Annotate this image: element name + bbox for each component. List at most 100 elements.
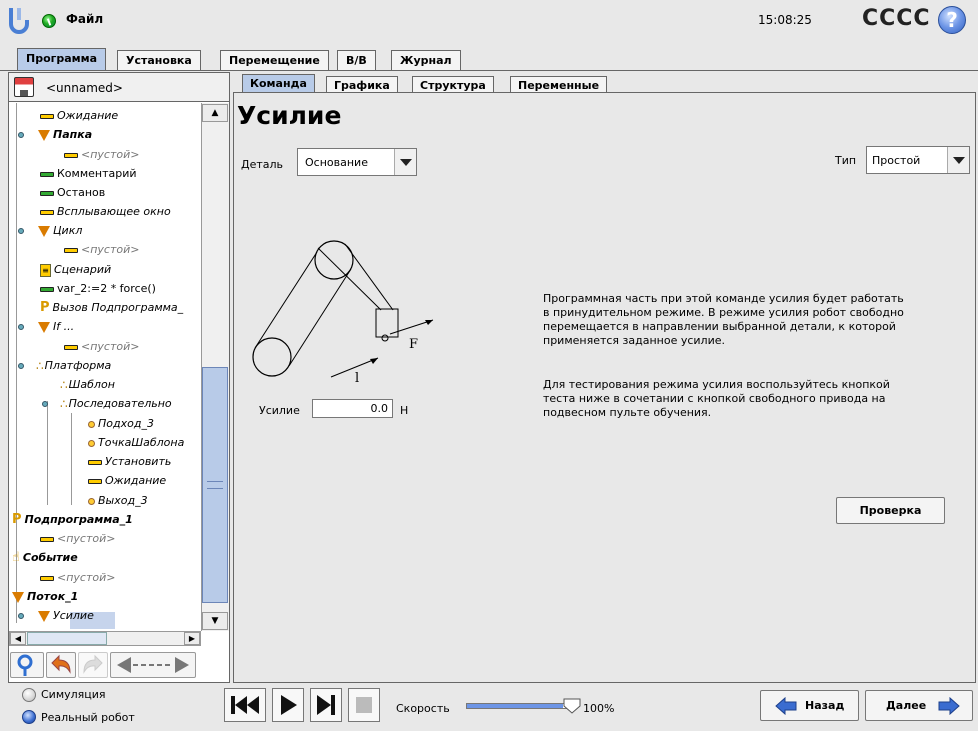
next-button[interactable]: Далее <box>865 690 973 721</box>
clock: 15:08:25 <box>758 13 812 27</box>
tree-item[interactable]: Подход_3 <box>88 415 154 433</box>
stop-button[interactable] <box>348 688 380 722</box>
tree-item[interactable]: <пустой> <box>64 338 139 356</box>
script-icon: ≡ <box>40 263 51 277</box>
tree-item[interactable]: <пустой> <box>64 241 139 259</box>
tab-program[interactable]: Программа <box>17 48 107 71</box>
scroll-left-icon[interactable]: ◀ <box>10 632 26 645</box>
description-text: Для тестирования режима усилия воспользу… <box>543 378 890 419</box>
speed-slider-fill <box>467 704 563 708</box>
undo-icon <box>51 654 71 674</box>
scroll-down-icon[interactable]: ▼ <box>202 612 228 630</box>
speed-label: Скорость <box>396 702 450 715</box>
tree-item[interactable]: ☝ Событие <box>12 549 78 567</box>
tree-item[interactable]: Поток_1 <box>12 588 78 606</box>
diagram-force-letter: F <box>409 337 418 352</box>
tree-item[interactable]: P Вызов Подпрограмма_ <box>40 299 183 317</box>
dash-green-icon <box>40 190 54 196</box>
tree-item[interactable]: Ожидание <box>40 107 118 125</box>
expand-dot-icon <box>18 613 24 619</box>
tree-item[interactable]: Установить <box>88 453 171 471</box>
diagram-base-circle <box>252 337 292 377</box>
next-label: Далее <box>886 699 927 712</box>
dash-yellow-icon <box>40 209 54 215</box>
play-button[interactable] <box>272 688 304 722</box>
pallet-icon: ∴ <box>36 359 44 373</box>
dash-yellow-icon <box>40 113 54 119</box>
dash-yellow-icon <box>88 478 102 484</box>
tree-connector <box>71 413 72 505</box>
tree-item-selected[interactable]: Усилие <box>18 607 94 625</box>
tree-item[interactable]: ∴ Шаблон <box>60 376 115 394</box>
scroll-right-icon[interactable]: ▶ <box>184 632 200 645</box>
dash-green-icon <box>40 286 54 292</box>
speed-slider-thumb[interactable] <box>563 698 581 714</box>
tree-item[interactable]: If ... <box>18 318 74 336</box>
dash-yellow-icon <box>64 152 78 158</box>
tree-item[interactable]: <пустой> <box>40 530 115 548</box>
redo-icon <box>83 654 103 674</box>
ur-logo-icon[interactable] <box>8 6 34 36</box>
move-arrows-icon <box>117 657 189 673</box>
pattern-icon: ∴ <box>60 378 68 392</box>
tree-item[interactable]: Цикл <box>18 222 82 240</box>
back-label: Назад <box>805 699 845 712</box>
help-icon[interactable]: ? <box>938 6 966 34</box>
horizontal-scroll-thumb[interactable] <box>27 632 107 645</box>
dash-yellow-icon <box>64 344 78 350</box>
tree-item[interactable]: Выход_3 <box>88 492 148 510</box>
top-bar <box>0 0 978 42</box>
tree-item[interactable]: ≡ Сценарий <box>40 261 111 279</box>
chevron-down-icon[interactable] <box>947 147 969 173</box>
tree-item[interactable]: ∴ Платформа <box>18 357 111 375</box>
expand-dot-icon <box>18 363 24 369</box>
step-button[interactable] <box>310 688 342 722</box>
back-button[interactable]: Назад <box>760 690 859 721</box>
tree-item[interactable]: <пустой> <box>40 569 115 587</box>
tree-item[interactable]: Всплывающее окно <box>40 203 171 221</box>
dash-green-icon <box>40 171 54 177</box>
tree-item[interactable]: <пустой> <box>64 146 139 164</box>
robot-status-icon[interactable] <box>42 14 56 28</box>
tree-item[interactable]: Комментарий <box>40 165 137 183</box>
thread-triangle-icon <box>12 591 24 603</box>
dash-yellow-icon <box>40 575 54 581</box>
simulation-label: Симуляция <box>41 688 106 701</box>
save-icon[interactable] <box>14 77 34 97</box>
tree-item[interactable]: ТочкаШаблона <box>88 434 184 452</box>
redo-button[interactable] <box>78 652 108 678</box>
subprogram-icon: P <box>12 512 22 527</box>
chevron-down-icon[interactable] <box>394 149 416 175</box>
move-node-button[interactable] <box>110 652 196 678</box>
expand-dot-icon <box>18 132 24 138</box>
tab-move[interactable]: Перемещение <box>220 50 329 71</box>
undo-button[interactable] <box>46 652 76 678</box>
subprogram-call-icon: P <box>40 300 50 315</box>
tree-item[interactable]: Останов <box>40 184 105 202</box>
scroll-up-icon[interactable]: ▲ <box>202 104 228 122</box>
search-icon <box>17 654 33 676</box>
tree-item[interactable]: Ожидание <box>88 472 166 490</box>
search-button[interactable] <box>10 652 44 678</box>
tree-item[interactable]: var_2:=2 * force() <box>40 280 156 298</box>
tab-log[interactable]: Журнал <box>391 50 461 71</box>
file-menu[interactable]: Файл <box>66 12 103 26</box>
tabs-divider <box>0 70 978 71</box>
diagram-link <box>254 251 318 349</box>
folder-triangle-icon <box>38 129 50 141</box>
test-button[interactable]: Проверка <box>836 497 945 524</box>
rewind-button[interactable] <box>224 688 266 722</box>
dash-yellow-icon <box>64 247 78 253</box>
step-icon <box>317 695 335 715</box>
tab-installation[interactable]: Установка <box>117 50 201 71</box>
description-text: Программная часть при этой команде усили… <box>543 292 904 347</box>
tree-item[interactable]: ∴ Последовательно <box>42 395 172 413</box>
force-input[interactable]: 0.0 <box>312 399 393 418</box>
real-robot-radio[interactable] <box>22 710 36 724</box>
simulation-radio[interactable] <box>22 688 36 702</box>
play-icon <box>281 695 297 715</box>
tree-item[interactable]: P Подпрограмма_1 <box>12 511 133 529</box>
tab-io[interactable]: В/В <box>337 50 376 71</box>
tree-item[interactable]: Папка <box>18 126 92 144</box>
force-unit: Н <box>400 404 409 417</box>
